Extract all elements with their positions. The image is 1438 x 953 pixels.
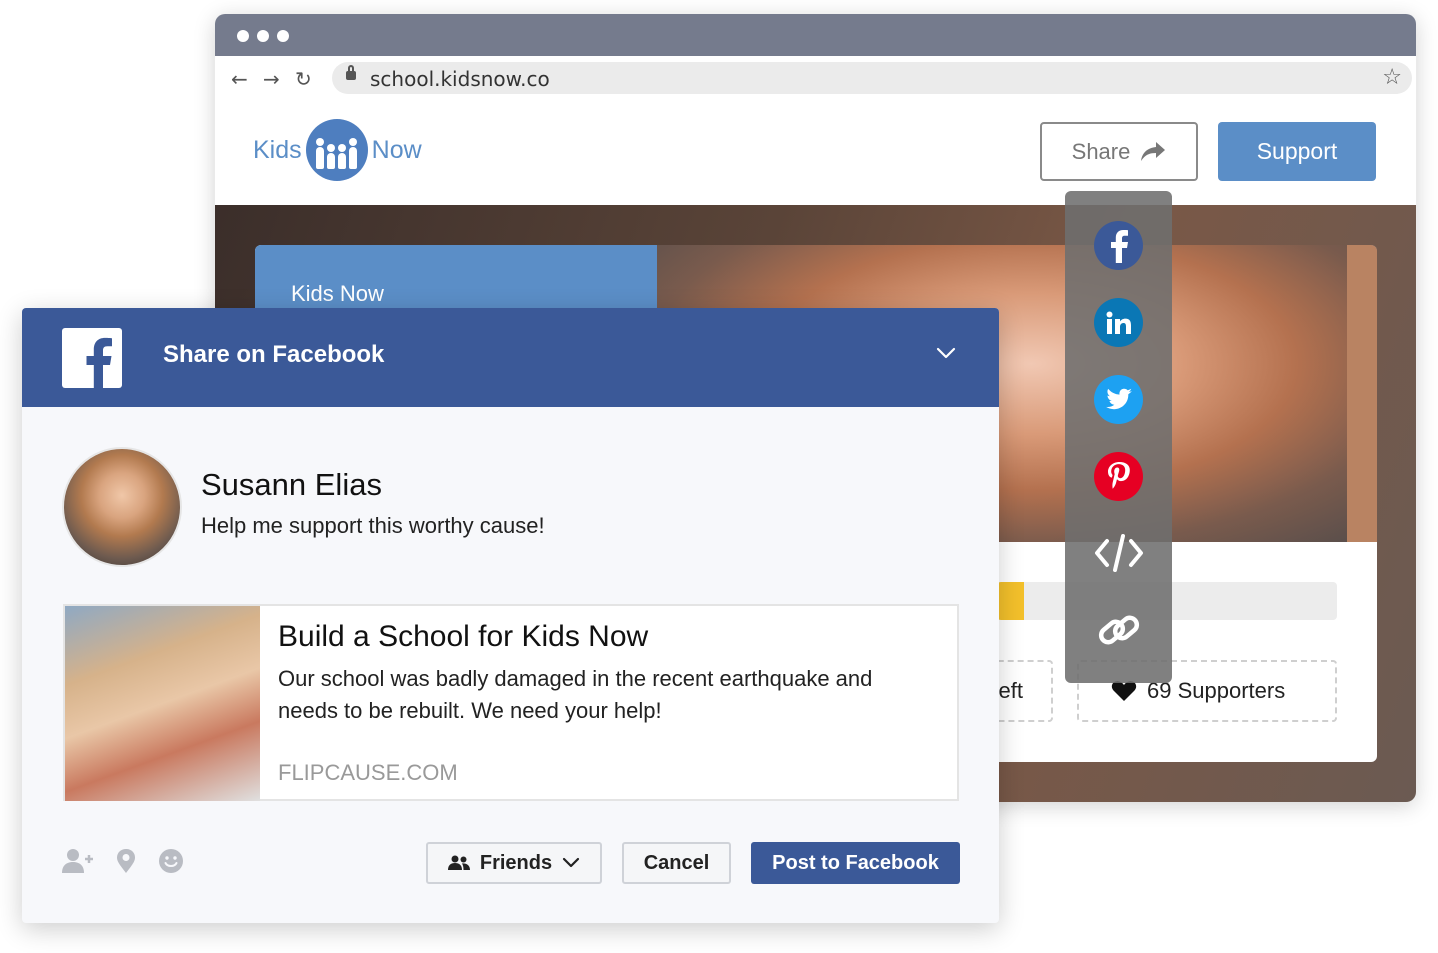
forward-arrow-icon[interactable]: →	[263, 66, 280, 92]
user-name: Susann Elias	[201, 467, 382, 502]
bookmark-star-icon[interactable]: ☆	[1382, 65, 1402, 90]
link-title: Build a School for Kids Now	[278, 620, 649, 653]
window-dot[interactable]	[237, 30, 249, 42]
twitter-icon[interactable]	[1094, 375, 1143, 424]
link-preview-image	[65, 606, 260, 801]
dialog-header: Share on Facebook	[22, 308, 999, 407]
back-arrow-icon[interactable]: ←	[231, 66, 248, 92]
embed-code-icon[interactable]	[1092, 528, 1145, 577]
reload-icon[interactable]: ↻	[295, 66, 312, 92]
copy-link-icon[interactable]	[1092, 605, 1145, 654]
heart-icon	[1111, 681, 1137, 701]
share-button[interactable]: Share	[1040, 122, 1198, 181]
lock-icon	[346, 65, 356, 80]
cancel-button[interactable]: Cancel	[622, 842, 731, 884]
share-arrow-icon	[1141, 141, 1166, 161]
chevron-down-icon[interactable]	[936, 346, 956, 360]
linkedin-icon[interactable]	[1094, 298, 1143, 347]
facebook-share-dialog: Share on Facebook Susann Elias Help me s…	[22, 308, 999, 923]
link-description: Our school was badly damaged in the rece…	[278, 666, 873, 723]
logo-word-left: Kids	[253, 135, 302, 164]
facebook-icon[interactable]	[1094, 221, 1143, 270]
location-pin-icon[interactable]	[116, 848, 136, 874]
logo-word-right: Now	[371, 135, 422, 164]
post-tools	[62, 848, 184, 874]
window-dot[interactable]	[277, 30, 289, 42]
audience-label: Friends	[479, 851, 553, 874]
url-text: school.kidsnow.co	[370, 67, 550, 91]
share-button-label: Share	[1071, 138, 1131, 164]
support-button[interactable]: Support	[1218, 122, 1376, 181]
progress-fill	[997, 582, 1025, 620]
facebook-logo-icon	[62, 328, 122, 388]
family-icon	[305, 119, 368, 181]
days-left-label: eft	[998, 678, 1023, 703]
share-options-menu	[1065, 191, 1172, 683]
dialog-title: Share on Facebook	[163, 341, 385, 368]
tag-friends-icon[interactable]	[62, 848, 94, 874]
browser-titlebar	[215, 14, 1416, 56]
post-to-facebook-button[interactable]: Post to Facebook	[751, 842, 960, 884]
pinterest-icon[interactable]	[1094, 452, 1143, 501]
emoji-smile-icon[interactable]	[158, 848, 184, 874]
post-message[interactable]: Help me support this worthy cause!	[201, 513, 545, 539]
audience-selector[interactable]: Friends	[426, 842, 602, 884]
chevron-down-icon	[563, 857, 580, 868]
address-bar: ← → ↻ school.kidsnow.co ☆	[215, 56, 1416, 104]
kids-now-logo[interactable]: Kids Now	[253, 119, 422, 181]
link-domain: FLIPCAUSE.COM	[278, 760, 458, 785]
site-header: Kids Now Share Support	[215, 104, 1416, 215]
user-avatar	[62, 447, 182, 567]
link-preview-card[interactable]: Build a School for Kids Now Our school w…	[63, 604, 959, 801]
friends-icon	[447, 855, 470, 870]
banner-logo-text: Kids Now	[291, 281, 384, 306]
url-field[interactable]: school.kidsnow.co ☆	[332, 62, 1412, 94]
window-dot[interactable]	[257, 30, 269, 42]
